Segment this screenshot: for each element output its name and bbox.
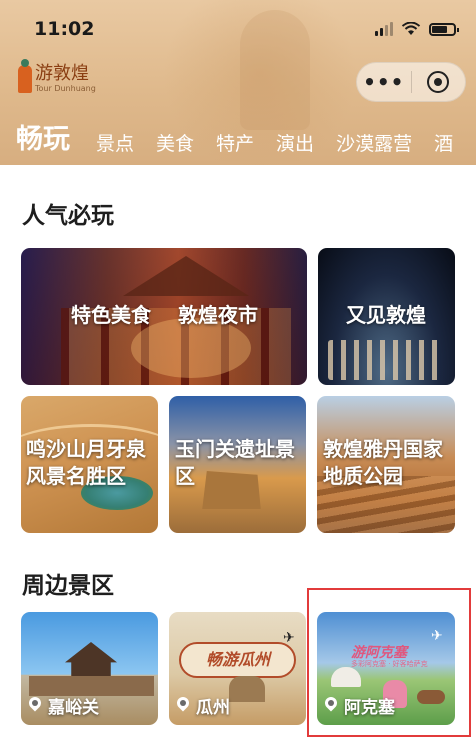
card-guazhou[interactable]: 畅游瓜州 ✈ 瓜州 (169, 612, 306, 725)
app-logo: 游敦煌 Tour Dunhuang (18, 58, 96, 93)
close-miniprogram-button[interactable] (411, 71, 465, 93)
card-food-nightmarket[interactable]: 特色美食 敦煌夜市 (21, 248, 307, 385)
location-pin-icon (176, 697, 190, 714)
logo-mark-icon (18, 58, 32, 93)
card-yadan-geopark[interactable]: 敦煌雅丹国家地质公园 (317, 396, 455, 533)
category-tabs: 畅玩 景点 美食 特产 演出 沙漠露营 酒 (0, 118, 476, 158)
tab-changwan[interactable]: 畅玩 (16, 122, 70, 158)
signal-icon (375, 22, 393, 36)
header-deco (240, 10, 310, 130)
location-tag: 瓜州 (176, 693, 230, 718)
status-time: 11:02 (34, 18, 95, 40)
status-icons (375, 22, 459, 36)
card-label: 玉门关遗址景区 (175, 437, 295, 488)
card-label-food: 特色美食 (71, 303, 151, 327)
card-yumen-pass[interactable]: 玉门关遗址景区 (169, 396, 306, 533)
location-pin-icon (28, 697, 42, 714)
card-label: 嘉峪关 (48, 698, 99, 718)
more-options-button[interactable]: ••• (357, 72, 411, 92)
section-title-nearby: 周边景区 (22, 573, 114, 599)
tab-meishi[interactable]: 美食 (156, 130, 194, 158)
battery-icon (429, 23, 459, 36)
card-label: 瓜州 (196, 698, 230, 718)
card-mingsha-crescent[interactable]: 鸣沙山月牙泉风景名胜区 (21, 396, 158, 533)
bird-icon: ✈ (283, 630, 295, 646)
logo-text: 游敦煌 (35, 63, 89, 84)
card-jiayuguan[interactable]: 嘉峪关 (21, 612, 158, 725)
card-label: 鸣沙山月牙泉风景名胜区 (26, 437, 146, 488)
tab-camping[interactable]: 沙漠露营 (336, 130, 412, 158)
miniprogram-capsule: ••• (356, 62, 466, 102)
card-banner-text: 畅游瓜州 (205, 650, 270, 669)
location-tag: 嘉峪关 (28, 693, 99, 718)
tab-techan[interactable]: 特产 (216, 130, 254, 158)
tab-yanchu[interactable]: 演出 (276, 130, 314, 158)
section-title-popular: 人气必玩 (22, 203, 114, 229)
tab-jiu[interactable]: 酒 (434, 130, 453, 158)
card-label: 敦煌雅丹国家地质公园 (323, 437, 443, 488)
card-label: 又见敦煌 (346, 303, 426, 327)
card-encore-dunhuang[interactable]: 又见敦煌 (318, 248, 455, 385)
target-icon (427, 71, 450, 93)
selection-highlight-box (307, 588, 471, 737)
card-label-nightmarket: 敦煌夜市 (178, 303, 258, 327)
header: 11:02 游敦煌 Tour Dunhuang ••• 畅玩 景点 美食 特产 … (0, 0, 476, 165)
tab-jingdian[interactable]: 景点 (96, 130, 134, 158)
logo-subtext: Tour Dunhuang (35, 84, 96, 93)
wifi-icon (401, 22, 421, 35)
